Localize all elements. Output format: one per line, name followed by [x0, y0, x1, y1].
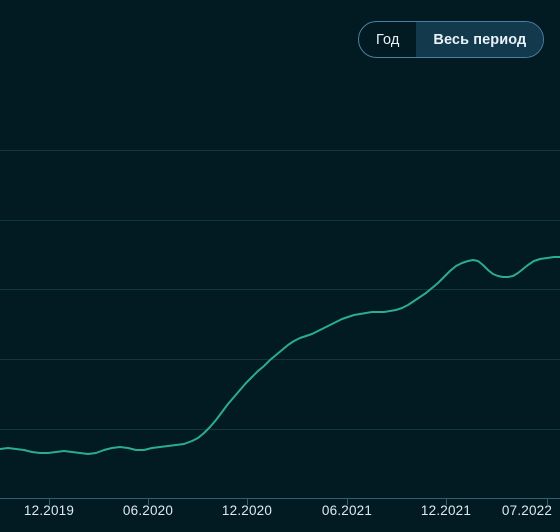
period-range-toggle[interactable]: Год Весь период — [358, 21, 545, 58]
data-series — [0, 256, 560, 455]
series-line — [0, 256, 560, 455]
period-option-all-time[interactable]: Весь период — [416, 22, 544, 57]
period-option-year[interactable]: Год — [359, 22, 416, 57]
x-axis-tick-label: 12.2020 — [221, 503, 273, 518]
x-axis-tick-label: 06.2021 — [321, 503, 373, 518]
chart-widget: 12.2019 06.2020 12.2020 06.2021 12.2021 07.20… — [0, 0, 560, 532]
line-chart: 12.2019 06.2020 12.2020 06.2021 12.2021 07.20… — [0, 0, 560, 532]
x-axis-labels: 12.2019 06.2020 12.2020 06.2021 12.2021 07.20… — [0, 503, 560, 532]
x-axis-tick-label: 12.2021 — [420, 503, 472, 518]
chart-svg — [0, 150, 560, 505]
x-axis-tick-label: 07.2022 — [501, 503, 553, 518]
x-axis-tick-label: 06.2020 — [122, 503, 174, 518]
x-axis-tick-label: 12.2019 — [23, 503, 75, 518]
gridlines — [0, 150, 560, 430]
